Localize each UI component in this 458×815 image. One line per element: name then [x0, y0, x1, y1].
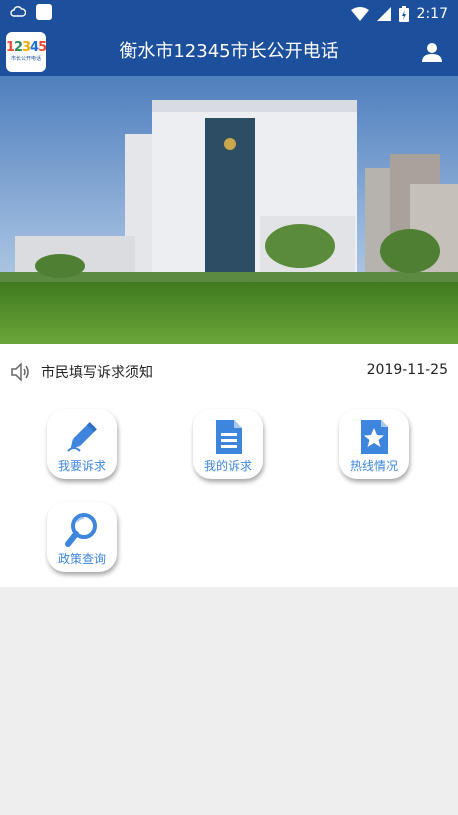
menu-label: 我的诉求 [203, 459, 252, 473]
city-hall-photo [0, 76, 458, 344]
pencil-icon [67, 422, 97, 452]
menu-label: 我要诉求 [57, 459, 106, 473]
signal-icon [376, 7, 391, 21]
page-title: 衡水市12345市长公开电话 [119, 41, 339, 62]
menu-tile-hotline-status[interactable]: 热线情况 [339, 409, 409, 479]
app-bar: 衡水市12345市长公开电话 12345 市长公开电话 [0, 28, 458, 76]
weather-notification-icon [10, 6, 26, 17]
app-logo[interactable]: 12345 市长公开电话 [6, 32, 46, 72]
menu-label: 政策查询 [57, 552, 106, 566]
menu-tile-policy-search[interactable]: 政策查询 [47, 502, 117, 572]
notice-row[interactable]: 市民填写诉求须知 2019-11-25 [0, 358, 458, 386]
menu-label: 热线情况 [349, 459, 398, 473]
notice-date: 2019-11-25 [366, 362, 448, 378]
content-panel: 市民填写诉求须知 2019-11-25 我要诉求 我的诉求 热线情况 政策查询 [0, 344, 458, 587]
logo-number: 12345 [6, 40, 46, 55]
logo-caption: 市长公开电话 [10, 56, 41, 62]
notice-text: 市民填写诉求须知 [41, 365, 153, 381]
clock: 2:17 [416, 6, 448, 22]
document-icon [216, 420, 242, 454]
status-bar: 2:17 [0, 0, 458, 28]
speaker-icon [11, 362, 29, 382]
app-notification-icon [36, 4, 52, 20]
banner-image [0, 76, 458, 344]
user-profile-icon[interactable] [420, 40, 444, 64]
menu-tile-my-requests[interactable]: 我的诉求 [193, 409, 263, 479]
star-document-icon [361, 420, 388, 454]
magnifier-icon [65, 513, 97, 547]
menu-tile-submit-request[interactable]: 我要诉求 [47, 409, 117, 479]
wifi-icon [350, 7, 369, 21]
battery-icon [398, 6, 409, 22]
